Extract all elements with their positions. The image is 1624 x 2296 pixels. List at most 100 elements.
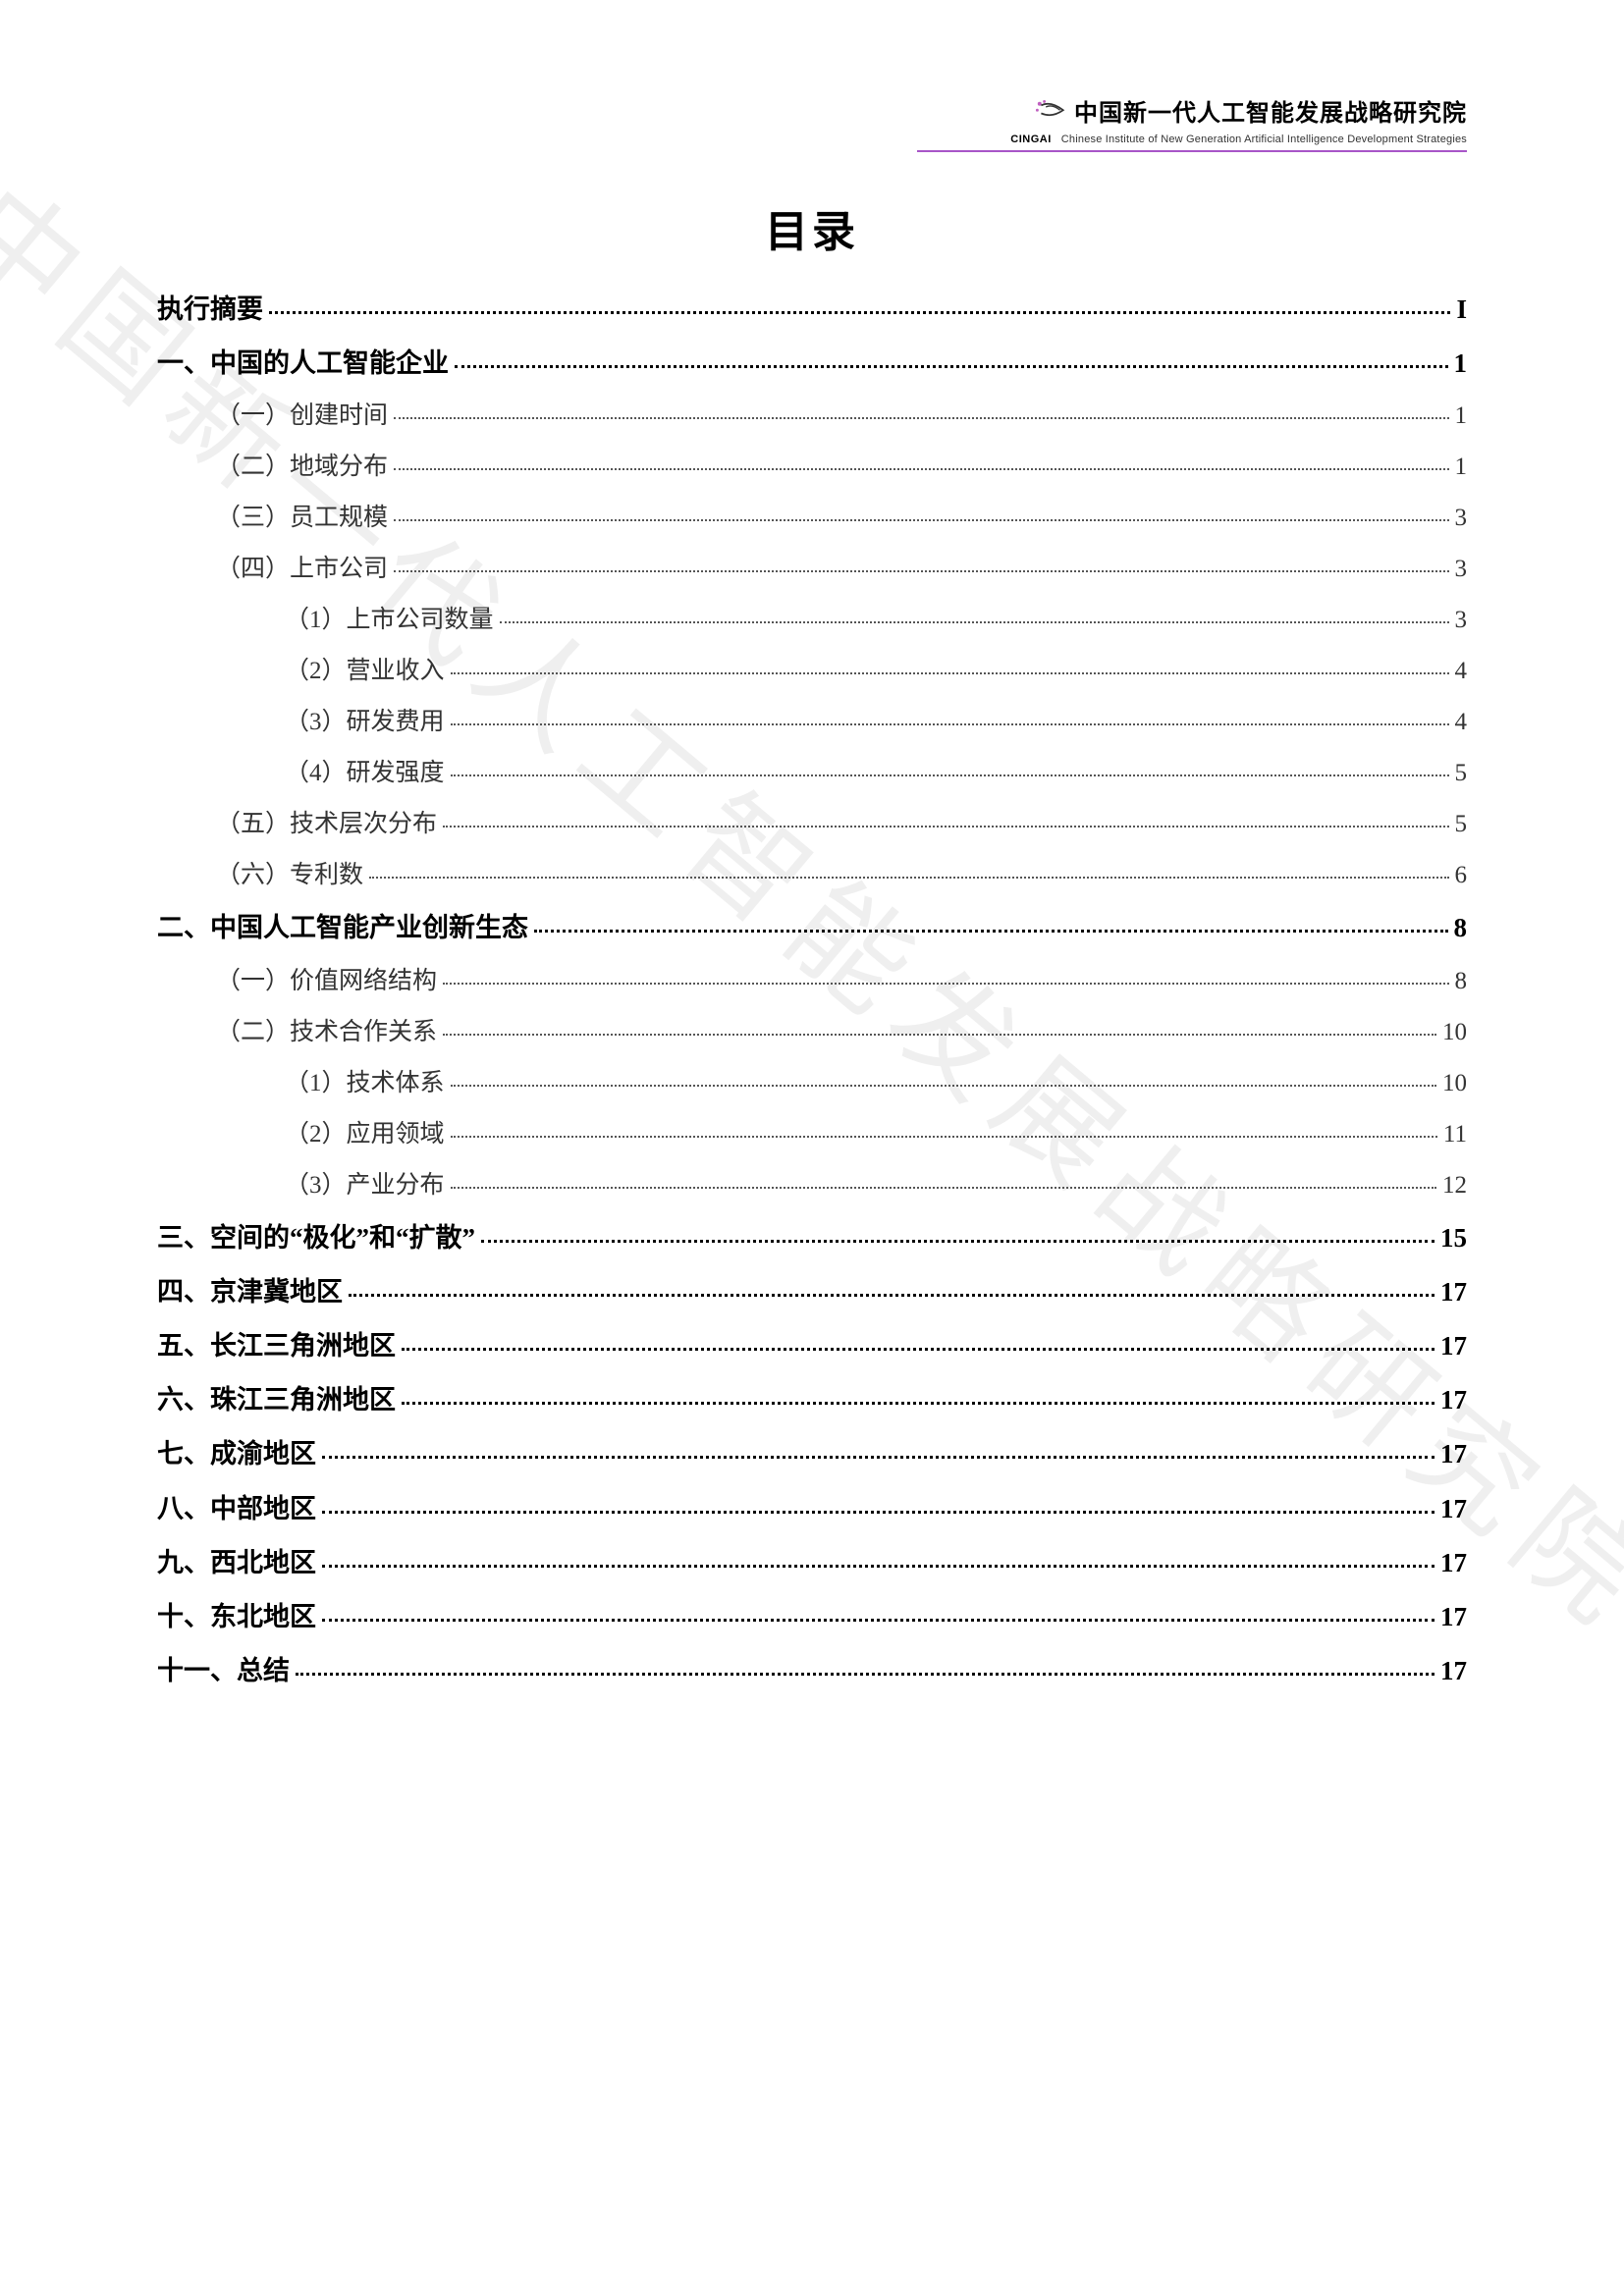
toc-entry[interactable]: 二、中国人工智能产业创新生态 8 xyxy=(157,907,1467,949)
toc-entry-page: I xyxy=(1456,289,1467,331)
toc-entry[interactable]: （一）价值网络结构 8 xyxy=(157,962,1467,1001)
toc-entry[interactable]: 十一、总结17 xyxy=(157,1650,1467,1692)
toc-entry-label: （一）创建时间 xyxy=(216,397,388,436)
toc-leader-dots xyxy=(451,1187,1436,1189)
toc-leader-dots xyxy=(322,1511,1435,1514)
toc-leader-dots xyxy=(394,519,1448,521)
toc-entry-page: 3 xyxy=(1455,550,1468,589)
toc-leader-dots xyxy=(349,1294,1435,1297)
toc-entry[interactable]: （3）研发费用4 xyxy=(157,703,1467,742)
toc-entry[interactable]: （2）营业收入 4 xyxy=(157,652,1467,691)
org-logo-icon xyxy=(1035,99,1066,123)
toc-title: 目录 xyxy=(157,196,1467,259)
toc-entry-page: 17 xyxy=(1440,1433,1467,1475)
toc-entry-page: 15 xyxy=(1440,1217,1467,1259)
toc-entry-page: 17 xyxy=(1440,1596,1467,1638)
toc-entry-page: 1 xyxy=(1454,343,1468,385)
toc-entry[interactable]: （1）上市公司数量3 xyxy=(157,601,1467,640)
toc-entry[interactable]: 五、长江三角洲地区 17 xyxy=(157,1325,1467,1367)
toc-entry[interactable]: 四、京津冀地区 17 xyxy=(157,1271,1467,1313)
toc-entry-page: 10 xyxy=(1442,1013,1467,1052)
toc-entry-page: 6 xyxy=(1455,856,1468,895)
toc-entry-label: （2）应用领域 xyxy=(285,1115,445,1154)
toc-entry-page: 8 xyxy=(1455,962,1468,1001)
page-content: 目录 执行摘要 I 一、中国的人工智能企业 1 （一）创建时间 1 （二）地域分布 1 （三）员… xyxy=(157,196,1467,1692)
page-header: 中国新一代人工智能发展战略研究院 CINGAI Chinese Institut… xyxy=(917,93,1467,152)
toc-entry-label: （二）地域分布 xyxy=(216,448,388,487)
toc-leader-dots xyxy=(451,723,1449,725)
toc-entry[interactable]: 七、成渝地区 17 xyxy=(157,1433,1467,1475)
toc-entry[interactable]: （2）应用领域11 xyxy=(157,1115,1467,1154)
toc-entry[interactable]: （四）上市公司3 xyxy=(157,550,1467,589)
toc-entry-label: （4）研发强度 xyxy=(285,754,445,793)
toc-leader-dots xyxy=(500,621,1449,623)
toc-entry-label: （二）技术合作关系 xyxy=(216,1013,437,1052)
toc-entry[interactable]: （4）研发强度5 xyxy=(157,754,1467,793)
toc-entry-label: 一、中国的人工智能企业 xyxy=(157,343,449,385)
toc-entry[interactable]: 九、西北地区 17 xyxy=(157,1542,1467,1584)
toc-leader-dots xyxy=(451,774,1449,776)
toc-entry[interactable]: 六、珠江三角洲地区17 xyxy=(157,1379,1467,1421)
toc-entry[interactable]: （二）地域分布 1 xyxy=(157,448,1467,487)
toc-entry-page: 17 xyxy=(1440,1271,1467,1313)
toc-entry-label: （一）价值网络结构 xyxy=(216,962,437,1001)
toc-entry-label: （2）营业收入 xyxy=(285,652,445,691)
toc-entry-label: 十、东北地区 xyxy=(157,1596,316,1638)
toc-entry-label: （三）员工规模 xyxy=(216,499,388,538)
toc-leader-dots xyxy=(451,672,1449,674)
org-name-cn: 中国新一代人工智能发展战略研究院 xyxy=(1074,93,1467,128)
toc-entry-label: 九、西北地区 xyxy=(157,1542,316,1584)
toc-entry-page: 1 xyxy=(1455,448,1468,487)
toc-leader-dots xyxy=(269,311,1450,314)
toc-entry-label: 五、长江三角洲地区 xyxy=(157,1325,396,1367)
toc-entry[interactable]: 十、东北地区 17 xyxy=(157,1596,1467,1638)
toc-entry[interactable]: （五）技术层次分布5 xyxy=(157,805,1467,844)
toc-leader-dots xyxy=(402,1402,1435,1405)
toc-entry-label: 十一、总结 xyxy=(157,1650,290,1692)
toc-entry-page: 3 xyxy=(1455,601,1468,640)
toc-entry-page: 10 xyxy=(1442,1064,1467,1103)
org-name-en: Chinese Institute of New Generation Arti… xyxy=(1061,133,1467,145)
toc-entry[interactable]: 三、空间的“极化”和“扩散” 15 xyxy=(157,1217,1467,1259)
toc-leader-dots xyxy=(443,1034,1436,1036)
toc-leader-dots xyxy=(369,877,1448,879)
toc-entry-page: 17 xyxy=(1440,1325,1467,1367)
toc-entry-label: 八、中部地区 xyxy=(157,1488,316,1530)
toc-entry[interactable]: 执行摘要 I xyxy=(157,289,1467,331)
header-underline xyxy=(917,150,1467,152)
toc-entry[interactable]: （三）员工规模 3 xyxy=(157,499,1467,538)
toc-leader-dots xyxy=(451,1085,1436,1087)
toc-leader-dots xyxy=(394,570,1448,572)
toc-entry[interactable]: （3）产业分布12 xyxy=(157,1166,1467,1205)
header-en-row: CINGAI Chinese Institute of New Generati… xyxy=(1010,130,1467,147)
toc-entry-page: 1 xyxy=(1455,397,1468,436)
toc-entry-page: 3 xyxy=(1455,499,1468,538)
toc-entry-page: 12 xyxy=(1442,1166,1467,1205)
toc-entry[interactable]: 一、中国的人工智能企业 1 xyxy=(157,343,1467,385)
header-logo-row: 中国新一代人工智能发展战略研究院 xyxy=(1035,93,1467,128)
toc-entry-page: 17 xyxy=(1440,1542,1467,1584)
toc-entry-page: 17 xyxy=(1440,1488,1467,1530)
toc-leader-dots xyxy=(481,1240,1435,1243)
toc-leader-dots xyxy=(394,468,1448,470)
toc-entry-page: 8 xyxy=(1454,907,1468,949)
toc-entry[interactable]: （六）专利数6 xyxy=(157,856,1467,895)
toc-entry[interactable]: 八、中部地区 17 xyxy=(157,1488,1467,1530)
toc-entry-label: 七、成渝地区 xyxy=(157,1433,316,1475)
toc-entry-label: 执行摘要 xyxy=(157,289,263,331)
toc-leader-dots xyxy=(394,417,1448,419)
toc-entry-page: 4 xyxy=(1455,652,1468,691)
toc-entry[interactable]: （二）技术合作关系 10 xyxy=(157,1013,1467,1052)
toc-leader-dots xyxy=(534,930,1448,933)
toc-entry[interactable]: （1）技术体系10 xyxy=(157,1064,1467,1103)
table-of-contents: 执行摘要 I 一、中国的人工智能企业 1 （一）创建时间 1 （二）地域分布 1 （三）员工规模… xyxy=(157,289,1467,1692)
toc-leader-dots xyxy=(322,1565,1435,1568)
toc-leader-dots xyxy=(451,1136,1437,1138)
toc-entry-label: （五）技术层次分布 xyxy=(216,805,437,844)
toc-entry-label: 四、京津冀地区 xyxy=(157,1271,343,1313)
toc-leader-dots xyxy=(322,1619,1435,1622)
toc-entry-label: 三、空间的“极化”和“扩散” xyxy=(157,1217,475,1259)
toc-entry[interactable]: （一）创建时间 1 xyxy=(157,397,1467,436)
toc-leader-dots xyxy=(296,1673,1435,1676)
toc-entry-label: 二、中国人工智能产业创新生态 xyxy=(157,907,528,949)
